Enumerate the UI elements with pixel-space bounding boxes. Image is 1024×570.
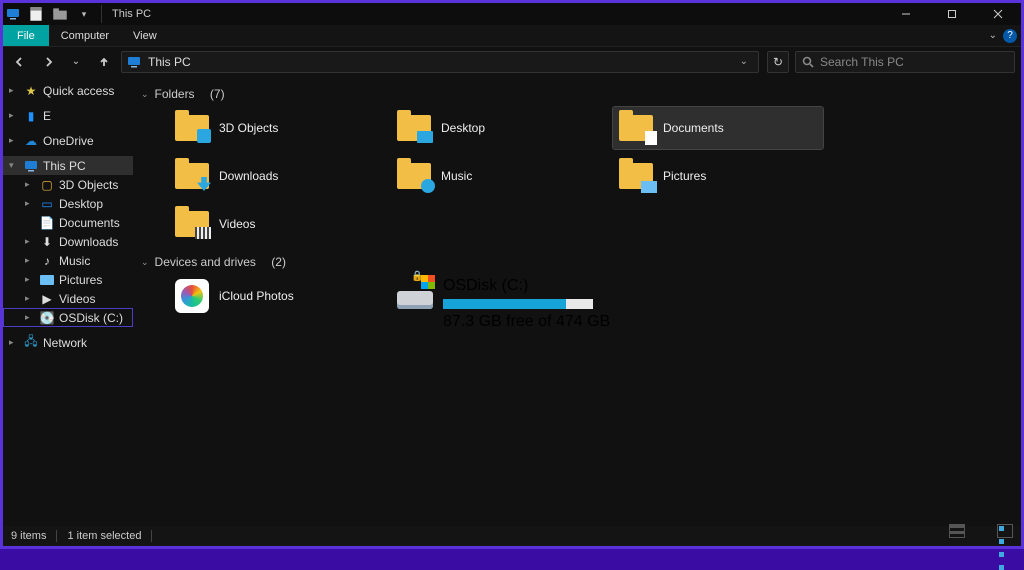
tree-desktop[interactable]: ▭Desktop [3,194,133,213]
star-icon: ★ [23,83,39,99]
tree-quick-access[interactable]: ★ Quick access [3,81,133,100]
hdd-icon: 🔒 [397,277,433,309]
status-item-count: 9 items [11,530,46,542]
network-icon: 🖧 [23,335,39,351]
search-box[interactable]: Search This PC [795,51,1015,73]
videos-icon: ▶ [39,291,55,307]
folder-documents[interactable]: Documents [613,107,823,149]
cloud-icon: ☁ [23,133,39,149]
music-icon: ♪ [39,253,55,269]
back-button[interactable] [9,51,31,73]
ribbon-collapse-icon[interactable]: ⌄ [989,30,997,41]
tree-onedrive[interactable]: ☁ OneDrive [3,131,133,150]
tree-downloads[interactable]: ⬇Downloads [3,232,133,251]
tree-documents[interactable]: 📄Documents [3,213,133,232]
address-pc-icon [126,54,142,70]
tree-osdisk[interactable]: 💽OSDisk (C:) [3,308,133,327]
drive-usage-fill [443,299,566,309]
minimize-button[interactable] [883,3,929,25]
icloud-photos-icon [181,285,203,307]
app-icon [5,6,21,22]
disk-icon: 💽 [39,310,55,326]
up-button[interactable] [93,51,115,73]
tree-3d-objects[interactable]: ▢3D Objects [3,175,133,194]
drive-name: OSDisk (C:) [443,277,655,295]
forward-button[interactable] [37,51,59,73]
tree-videos[interactable]: ▶Videos [3,289,133,308]
pc-icon [23,158,39,174]
view-tiles-button[interactable] [997,524,1013,538]
nav-tree: ★ Quick access ▮ E ☁ OneDrive Thi [3,77,133,526]
address-text: This PC [148,55,728,69]
tree-music[interactable]: ♪Music [3,251,133,270]
qat-customize-icon[interactable]: ▾ [75,5,93,23]
folder-pictures[interactable]: Pictures [613,155,823,197]
pictures-icon [39,272,55,288]
recent-locations-button[interactable]: ⌄ [65,51,87,73]
tab-file[interactable]: File [3,25,49,46]
view-details-button[interactable] [949,524,965,538]
folder-videos[interactable]: Videos [169,203,379,245]
drive-free-text: 87.3 GB free of 474 GB [443,313,655,331]
desktop-icon: ▭ [39,196,55,212]
documents-icon: 📄 [39,215,55,231]
group-collapse-icon: ⌄ [141,257,149,268]
address-dropdown-icon[interactable]: ⌄ [734,56,754,67]
tree-network[interactable]: 🖧Network [3,333,133,352]
downloads-icon: ⬇ [39,234,55,250]
qat-properties-icon[interactable] [27,5,45,23]
tab-computer[interactable]: Computer [49,25,121,46]
close-button[interactable] [975,3,1021,25]
tab-view[interactable]: View [121,25,169,46]
status-selected-count: 1 item selected [67,530,141,542]
folder-music[interactable]: Music [391,155,601,197]
folder-downloads[interactable]: Downloads [169,155,379,197]
folder-3d-objects[interactable]: 3D Objects [169,107,379,149]
window-title: This PC [112,8,151,20]
refresh-button[interactable]: ↻ [767,51,789,73]
group-collapse-icon: ⌄ [141,89,149,100]
search-placeholder: Search This PC [820,55,904,69]
search-icon [802,56,814,68]
folder-icon: ▢ [39,177,55,193]
maximize-button[interactable] [929,3,975,25]
tree-this-pc[interactable]: This PC [3,156,133,175]
drive-usage-bar [443,299,593,309]
address-bar[interactable]: This PC ⌄ [121,51,759,73]
drive-osdisk[interactable]: 🔒 OSDisk (C:) 87.3 GB free of 474 GB [391,275,661,333]
qat-new-folder-icon[interactable] [51,5,69,23]
group-folders-header[interactable]: ⌄ Folders (7) [141,87,1013,101]
tree-e-drive[interactable]: ▮ E [3,106,133,125]
help-button[interactable]: ? [1003,29,1017,43]
drive-icon: ▮ [23,108,39,124]
content-pane: ⌄ Folders (7) 3D Objects Desktop Documen… [133,77,1021,526]
tree-pictures[interactable]: Pictures [3,270,133,289]
folder-desktop[interactable]: Desktop [391,107,601,149]
drive-icloud-photos[interactable]: iCloud Photos [169,275,379,317]
group-drives-header[interactable]: ⌄ Devices and drives (2) [141,255,1013,269]
